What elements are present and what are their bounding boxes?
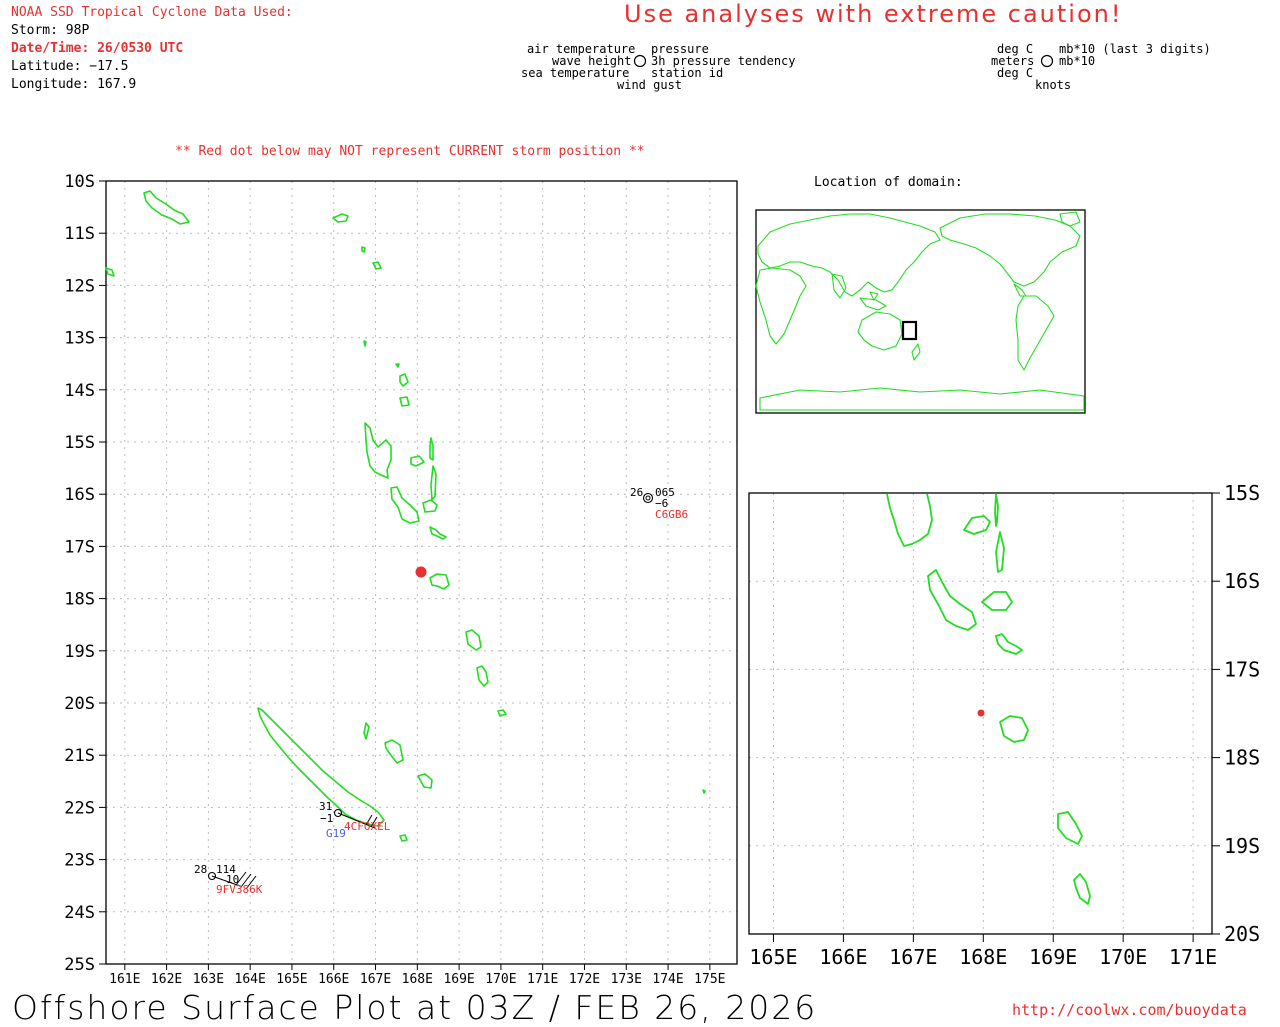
coast-malakula [390, 486, 420, 524]
zoom-coast-maewo [994, 493, 999, 527]
main-lat-label: 23S [64, 851, 95, 871]
coast-aneityum [497, 709, 507, 717]
station-9fv386k-id: 9FV386K [216, 883, 263, 896]
main-lon-label: 168E [402, 972, 433, 987]
main-lat-label: 13S [64, 329, 95, 349]
zoom-map-lat-ticks: 15S 16S 17S 18S 19S 20S [1212, 481, 1260, 946]
source-url-link[interactable]: http://coolwx.com/buoydata [1012, 1003, 1247, 1018]
station-4cfoxel-sea-temp: −1 [320, 812, 333, 825]
station-4cfoxel-id: 4CFOXEL [344, 820, 391, 833]
coast-ambrym [422, 499, 438, 513]
main-lat-label: 24S [64, 903, 95, 923]
coast-efate [429, 573, 450, 590]
main-lat-label: 10S [64, 172, 95, 192]
zoom-map-lon-ticks: 165E 166E 167E 168E 169E 170E 171E [749, 934, 1217, 969]
coast-espiritu-santo [364, 422, 392, 479]
coast-pentecost [430, 465, 437, 501]
main-lon-label: 163E [193, 972, 224, 987]
main-lat-label: 20S [64, 694, 95, 714]
coast-erromango [465, 629, 482, 651]
zoom-lon-label: 165E [749, 945, 797, 969]
main-lon-label: 162E [151, 972, 182, 987]
main-lon-label: 167E [360, 972, 391, 987]
main-lat-label: 17S [64, 537, 95, 557]
coast-tanna [476, 665, 489, 687]
coast-nendo [332, 213, 349, 223]
main-map-lon-ticks: 161E 162E 163E 164E 165E 166E 167E 168E 169E 170E… [109, 964, 725, 987]
zoom-coast-efate [999, 715, 1029, 743]
inset-title: Location of domain: [814, 175, 963, 190]
zoom-coast-pentecost [995, 531, 1005, 573]
zoom-lon-label: 166E [819, 945, 867, 969]
coast-lifou [384, 739, 404, 764]
coast-mare [417, 773, 433, 789]
zoom-lat-label: 19S [1224, 834, 1260, 858]
station-plot-4cfoxel[interactable]: 31 −1 4CFOXEL G19 [319, 800, 391, 840]
main-lat-label: 18S [64, 590, 95, 610]
main-lat-label: 16S [64, 485, 95, 505]
zoom-lat-label: 17S [1224, 657, 1260, 681]
main-lon-label: 173E [611, 972, 642, 987]
zoom-coast-malakula [927, 569, 977, 631]
zoom-lat-label: 16S [1224, 569, 1260, 593]
zoom-storm-position-dot[interactable] [977, 709, 985, 717]
zoom-lon-label: 169E [1029, 945, 1077, 969]
main-lat-label: 11S [64, 224, 95, 244]
zoom-lat-label: 18S [1224, 746, 1260, 770]
main-lat-label: 22S [64, 798, 95, 818]
main-lon-label: 165E [276, 972, 307, 987]
zoom-coast-epi [995, 633, 1023, 655]
main-lat-label: 15S [64, 433, 95, 453]
main-map-coastlines [105, 190, 706, 842]
coast-epi [429, 526, 447, 540]
station-9fv386k-air-temp: 28 [194, 863, 207, 876]
zoom-coast-espiritu-santo [886, 493, 933, 547]
main-map[interactable]: 10S 11S 12S 13S 14S 15S 16S 17S 18S 19S 20S 21S 22S 2… [0, 0, 1280, 1024]
station-plot-c6gb6[interactable]: 26 065 −6 C6GB6 [630, 486, 688, 521]
plot-title: Offshore Surface Plot at 03Z / FEB 26, 2… [12, 988, 818, 1027]
zoom-lon-label: 170E [1099, 945, 1147, 969]
main-lat-label: 21S [64, 746, 95, 766]
main-lon-label: 171E [527, 972, 558, 987]
zoom-coast-ambae [963, 515, 991, 535]
zoom-lat-label: 20S [1224, 922, 1260, 946]
zoom-lon-label: 168E [959, 945, 1007, 969]
main-lon-label: 161E [109, 972, 140, 987]
main-lon-label: 172E [569, 972, 600, 987]
main-lon-label: 164E [235, 972, 266, 987]
main-lon-label: 175E [694, 972, 725, 987]
station-plot-9fv386k[interactable]: 28 114 10 9FV386K [194, 863, 263, 896]
zoom-map-coastlines [886, 493, 1091, 905]
zoom-lon-label: 171E [1169, 945, 1217, 969]
main-lat-label: 12S [64, 276, 95, 296]
zoom-coast-ambrym [981, 591, 1013, 611]
main-lat-label: 25S [64, 955, 95, 975]
main-lat-label: 14S [64, 381, 95, 401]
zoom-lon-label: 167E [889, 945, 937, 969]
main-lon-label: 166E [318, 972, 349, 987]
storm-position-dot[interactable] [415, 566, 427, 578]
main-lon-label: 169E [443, 972, 474, 987]
zoom-coast-erromango [1057, 811, 1083, 845]
main-map-lat-ticks: 10S 11S 12S 13S 14S 15S 16S 17S 18S 19S 20S 21S 22S 2… [64, 172, 106, 975]
zoom-lat-label: 15S [1224, 481, 1260, 505]
zoom-coast-tanna [1073, 873, 1091, 905]
inset-world-map [755, 209, 1086, 414]
coast-maewo [429, 437, 434, 461]
station-c6gb6-air-temp: 26 [630, 486, 643, 499]
main-lat-label: 19S [64, 642, 95, 662]
station-c6gb6-id: C6GB6 [655, 508, 688, 521]
coast-makira [105, 267, 115, 277]
station-g19-id: G19 [326, 827, 346, 840]
main-lon-label: 174E [652, 972, 683, 987]
main-lon-label: 170E [485, 972, 516, 987]
